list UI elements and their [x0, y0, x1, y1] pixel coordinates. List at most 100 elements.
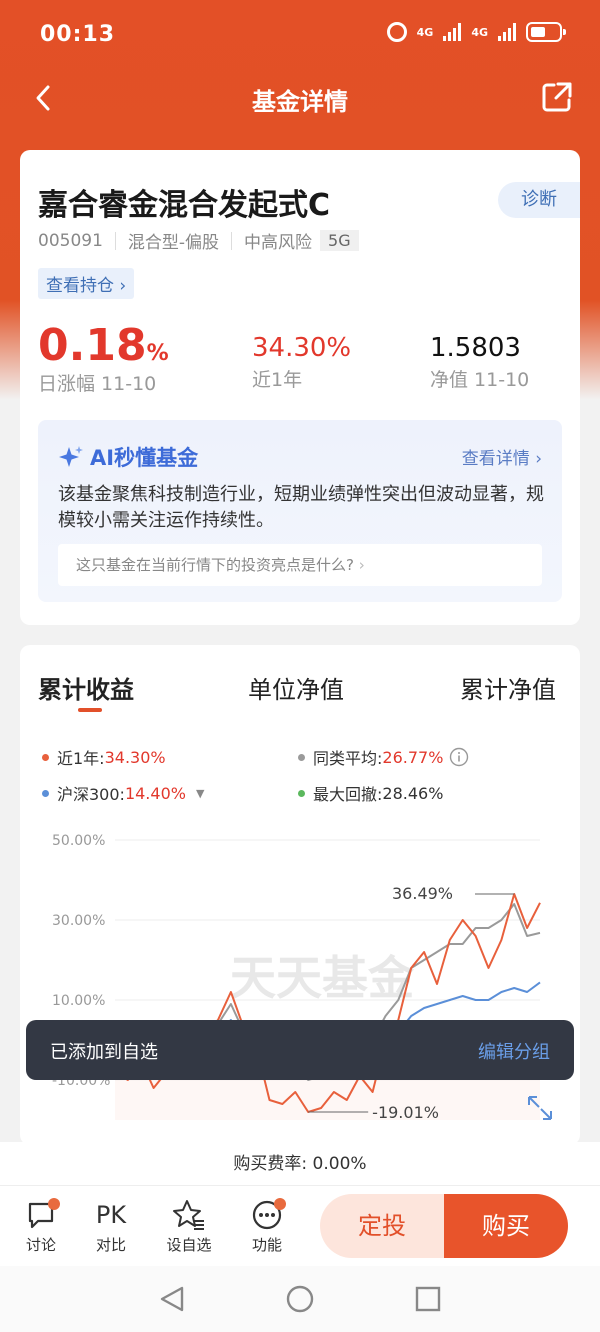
legend-fund: 近1年: 34.30%	[42, 745, 166, 769]
max-annotation: 36.49%	[392, 884, 453, 903]
functions-label: 功能	[251, 1236, 282, 1254]
nav-bar: 基金详情	[0, 70, 600, 126]
legend-dot	[298, 753, 305, 761]
home-circle-icon[interactable]	[286, 1285, 314, 1313]
status-time: 00:13	[40, 22, 116, 47]
y-tick-label: 50.00%	[52, 833, 105, 849]
daily-change-value-row: 0.18%	[38, 320, 169, 371]
one-year-value: 34.30%	[252, 333, 352, 363]
fund-info-card: 嘉合睿金混合发起式C 诊断 005091 混合型-偏股 中高风险 5G 查看持仓…	[20, 150, 580, 625]
daily-change-stat: 0.18% 日涨幅 11-10	[38, 320, 169, 396]
discuss-button[interactable]: 讨论	[6, 1196, 76, 1255]
nav-label: 净值 11-10	[430, 369, 530, 391]
watermark-text: 天天基金	[230, 951, 415, 1005]
network-label-2: 4G	[471, 25, 488, 39]
add-watchlist-button[interactable]: 设自选	[154, 1196, 224, 1255]
fund-name: 嘉合睿金混合发起式C	[38, 188, 331, 223]
diagnose-button[interactable]: 诊断	[498, 182, 580, 218]
daily-change-unit: %	[146, 341, 169, 366]
info-icon[interactable]	[449, 747, 469, 767]
fund-code: 005091	[38, 230, 103, 251]
legend-peer-value: 26.77%	[382, 747, 444, 767]
tab-active-indicator	[78, 708, 102, 712]
fund-risk: 中高风险	[244, 233, 313, 253]
legend-drawdown-value: 28.46%	[382, 783, 444, 803]
fund-tag: 5G	[320, 230, 359, 251]
alarm-icon	[386, 22, 407, 42]
notification-dot	[274, 1198, 286, 1210]
fund-meta: 005091 混合型-偏股 中高风险 5G	[38, 228, 359, 253]
notification-dot	[48, 1198, 60, 1210]
status-icons: 4G 4G	[386, 22, 566, 42]
ai-question-label: 这只基金在当前行情下的投资亮点是什么?	[76, 556, 354, 574]
status-bar: 00:13 4G 4G	[0, 0, 600, 70]
nav-value: 1.5803	[430, 333, 521, 363]
legend-drawdown: 最大回撤: 28.46%	[298, 781, 443, 805]
star-list-icon	[173, 1200, 204, 1230]
system-nav-icons	[160, 1285, 441, 1313]
toast-notification: 已添加到自选 编辑分组	[26, 1020, 574, 1080]
discuss-label: 讨论	[25, 1236, 56, 1254]
ai-detail-link[interactable]: 查看详情 ›	[462, 444, 542, 469]
legend-dot	[42, 789, 49, 797]
more-icon-wrap	[232, 1196, 302, 1234]
chevron-right-icon: ›	[119, 276, 127, 296]
legend-hs300-value: 14.40%	[124, 783, 186, 803]
compare-label: 对比	[95, 1236, 126, 1254]
daily-change-label: 日涨幅 11-10	[38, 373, 157, 395]
ai-detail-label: 查看详情	[461, 449, 530, 469]
tab-accumulated-nav[interactable]: 累计净值	[460, 670, 556, 705]
legend-drawdown-label: 最大回撤:	[313, 785, 383, 804]
page-title: 基金详情	[252, 88, 348, 116]
pk-icon: PK	[95, 1201, 127, 1229]
divider	[114, 231, 116, 250]
legend-dot	[42, 753, 49, 761]
share-icon[interactable]	[540, 80, 574, 114]
discuss-icon-wrap	[6, 1196, 76, 1234]
legend-dot	[298, 789, 305, 797]
view-holdings-link[interactable]: 查看持仓 ›	[38, 268, 135, 299]
purchase-fee-rate: 购买费率: 0.00%	[0, 1142, 600, 1186]
system-navigation-bar	[0, 1266, 600, 1332]
functions-button[interactable]: 功能	[232, 1196, 302, 1255]
ai-title-row: AI秒懂基金	[58, 442, 198, 472]
legend-peer-label: 同类平均:	[313, 749, 383, 768]
toast-message: 已添加到自选	[50, 1042, 158, 1063]
legend-fund-label: 近1年:	[57, 749, 105, 768]
y-tick-label: 30.00%	[52, 913, 105, 929]
tab-cumulative-return[interactable]: 累计收益	[38, 670, 134, 705]
one-year-label: 近1年	[252, 369, 303, 391]
chevron-right-icon: ›	[358, 556, 365, 574]
recents-square-icon[interactable]	[415, 1286, 441, 1312]
tab-unit-nav[interactable]: 单位净值	[248, 670, 344, 705]
ai-summary-text: 该基金聚焦科技制造行业，短期业绩弹性突出但波动显著，规模较小需关注运作持续性。	[58, 484, 544, 531]
ai-summary-box: AI秒懂基金 查看详情 › 该基金聚焦科技制造行业，短期业绩弹性突出但波动显著，…	[38, 420, 562, 602]
legend-fund-value: 34.30%	[104, 747, 166, 767]
min-annotation: -19.01%	[372, 1103, 439, 1122]
fund-type: 混合型-偏股	[127, 233, 220, 253]
y-tick-label: 10.00%	[52, 993, 105, 1009]
ai-title: AI秒懂基金	[90, 446, 199, 470]
buy-button[interactable]: 购买	[444, 1194, 568, 1258]
edit-group-link[interactable]: 编辑分组	[478, 1038, 550, 1064]
chevron-right-icon: ›	[535, 449, 542, 469]
legend-hs300[interactable]: 沪深300: 14.40% ▼	[42, 781, 204, 805]
sparkle-icon	[59, 446, 83, 467]
one-year-stat: 34.30% 近1年	[252, 320, 351, 392]
divider	[231, 231, 233, 250]
chart-tabs: 累计收益 单位净值 累计净值	[20, 667, 580, 723]
signal-icon	[443, 23, 462, 41]
legend-peer: 同类平均: 26.77%	[298, 745, 469, 769]
return-line-chart[interactable]: 50.00%30.00%10.00%-10.00%天天基金36.49%-19.0…	[20, 820, 580, 1140]
network-label-1: 4G	[416, 25, 434, 39]
star-icon-wrap	[154, 1196, 224, 1234]
bottom-action-bar: 讨论 PK 对比 设自选 功能 定投 购买	[0, 1186, 600, 1266]
signal-icon-2	[498, 23, 516, 41]
back-triangle-icon[interactable]	[160, 1286, 184, 1312]
caret-down-icon: ▼	[195, 786, 205, 800]
auto-invest-button[interactable]: 定投	[320, 1194, 444, 1258]
ai-question-prompt[interactable]: 这只基金在当前行情下的投资亮点是什么? ›	[58, 544, 542, 586]
daily-change-value: 0.18	[38, 320, 147, 371]
view-holdings-label: 查看持仓	[46, 276, 114, 296]
compare-button[interactable]: PK 对比	[76, 1196, 146, 1255]
